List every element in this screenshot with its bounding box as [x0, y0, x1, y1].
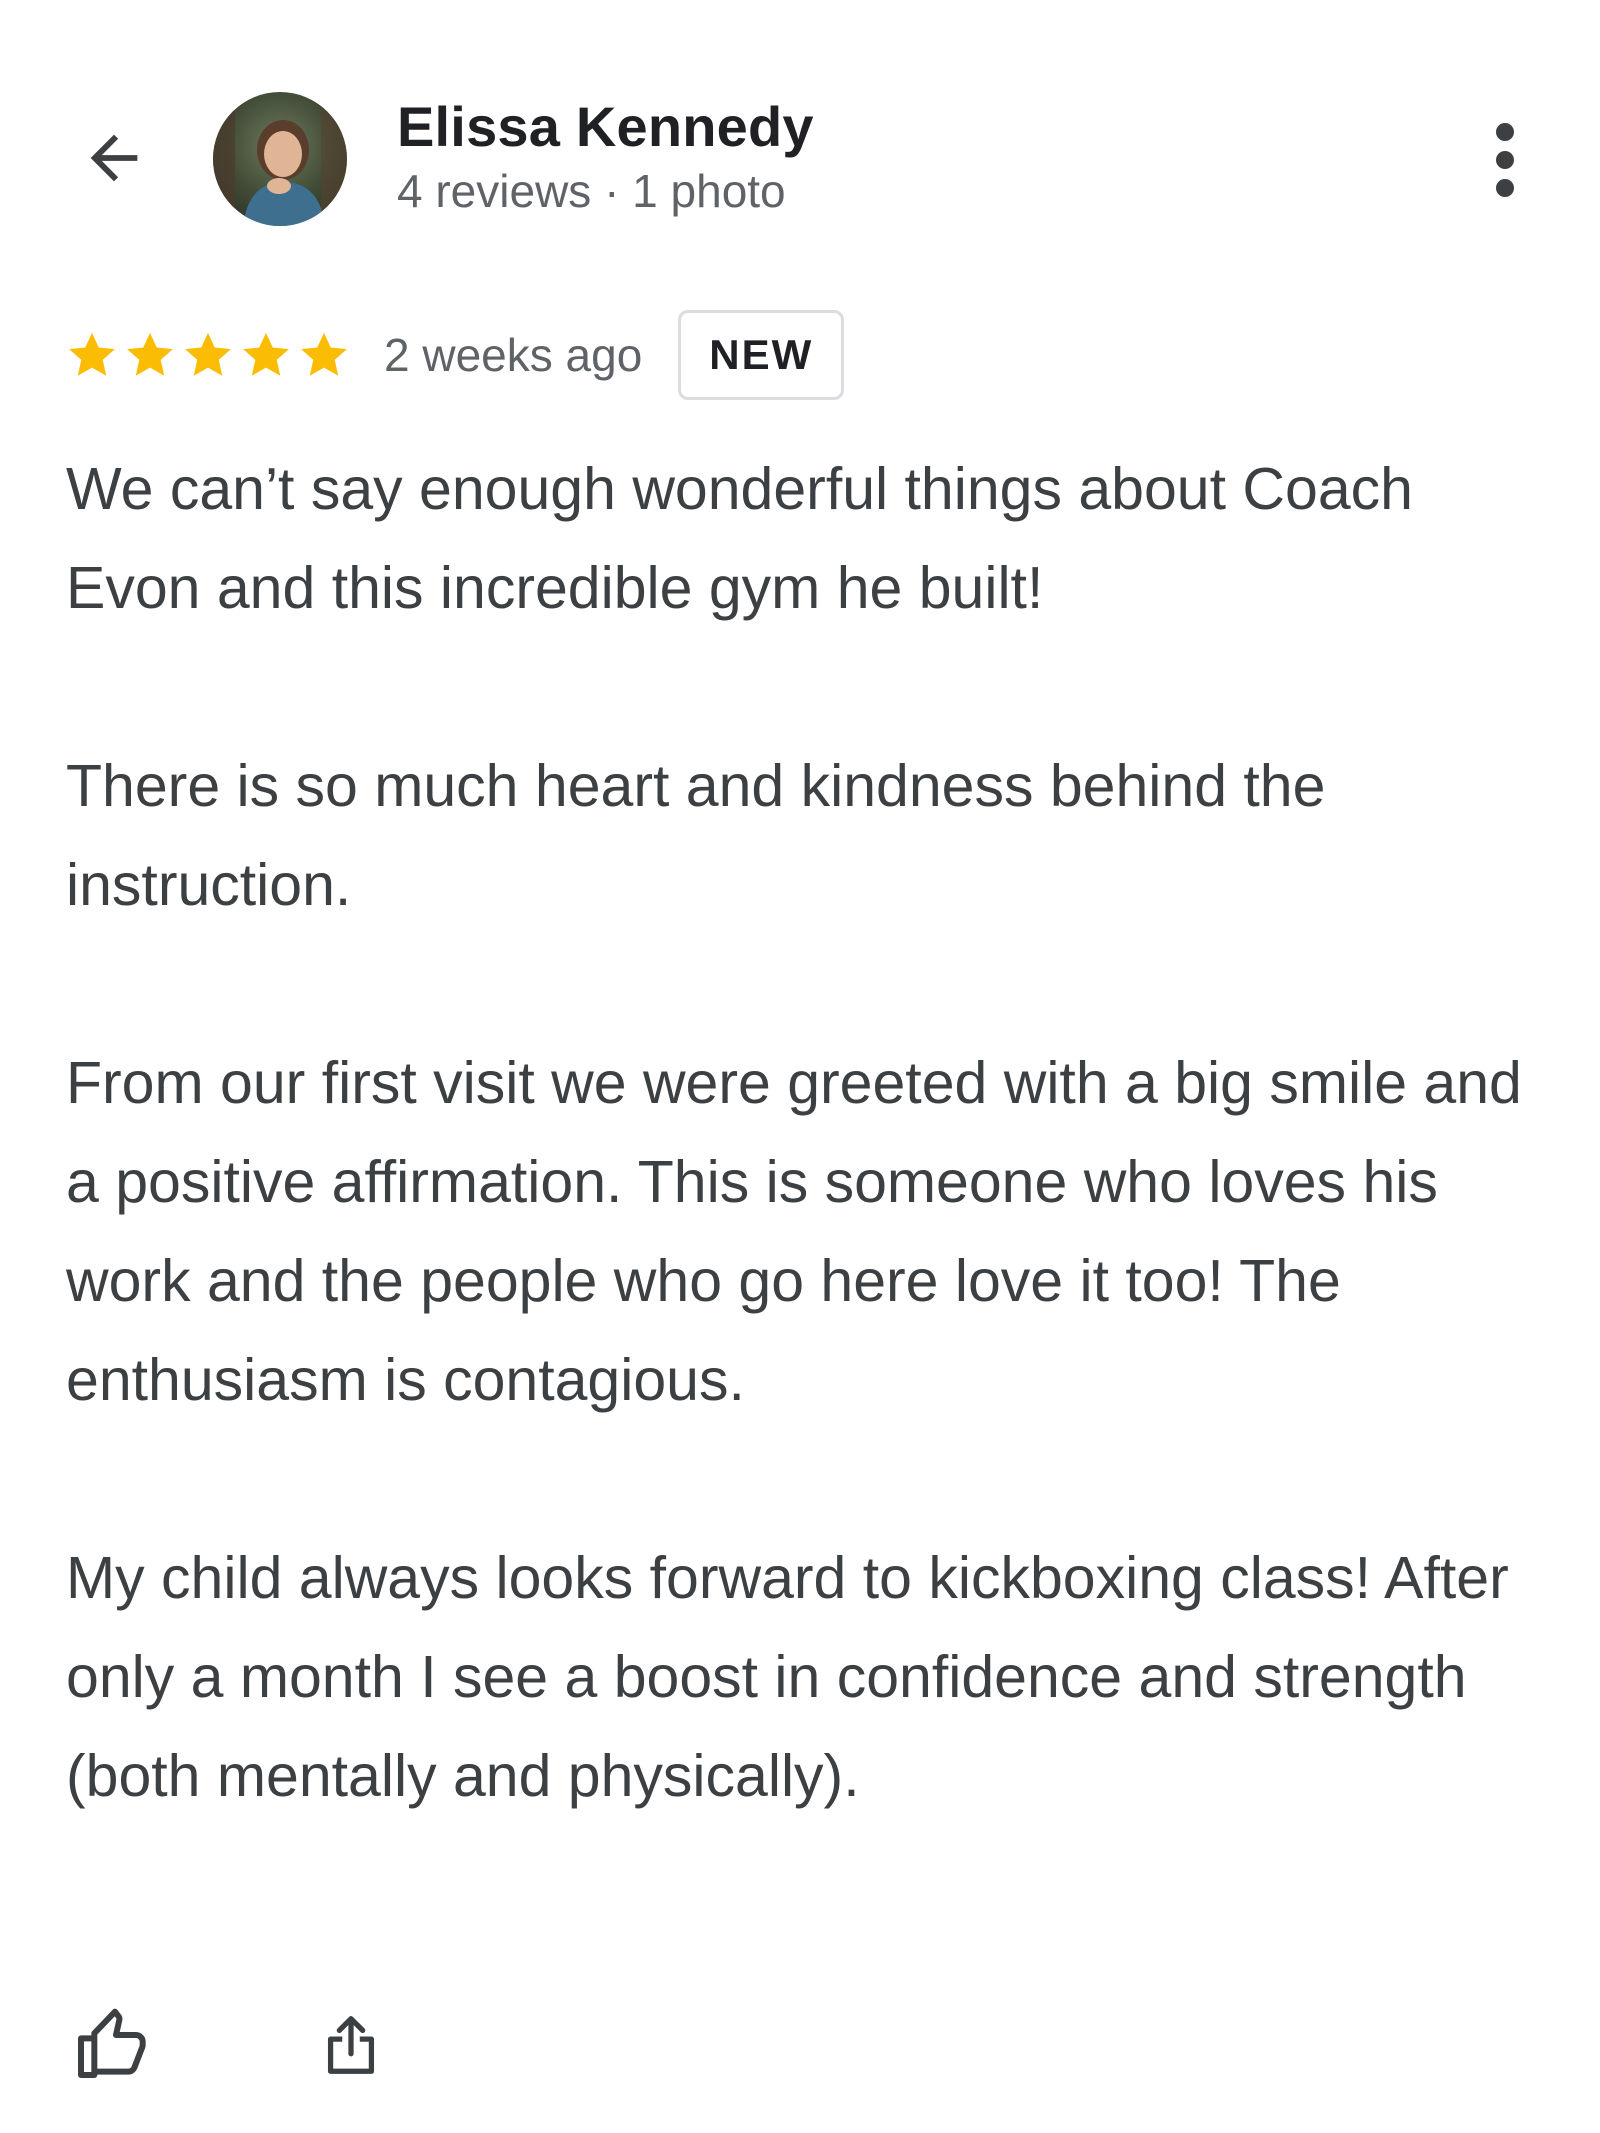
review-actions [66, 1995, 396, 2095]
star-icon [127, 332, 173, 376]
star-icon [69, 332, 115, 376]
back-button[interactable] [66, 110, 162, 206]
more-vertical-icon [1496, 123, 1514, 141]
more-options-button[interactable] [1470, 115, 1540, 205]
thumbs-up-icon [78, 2008, 146, 2078]
star-icon [301, 332, 347, 376]
review-date: 2 weeks ago [384, 329, 643, 381]
author-meta: 4 reviews · 1 photo [397, 165, 786, 217]
star-icon [185, 332, 231, 376]
like-button[interactable] [66, 2000, 156, 2090]
review-header: Elissa Kennedy 4 reviews · 1 photo [0, 0, 1600, 260]
avatar-photo [213, 92, 347, 226]
rating-row: 2 weeks ago NEW [64, 310, 845, 400]
share-icon [327, 2016, 375, 2074]
more-vertical-icon-dot [1496, 151, 1514, 169]
review-text: We can’t say enough wonderful things abo… [66, 440, 1546, 1826]
arrow-left-icon [90, 134, 138, 182]
review-paragraph: We can’t say enough wonderful things abo… [66, 456, 1413, 621]
author-name[interactable]: Elissa Kennedy [397, 94, 814, 159]
review-paragraph: From our first visit we were greeted wit… [66, 1050, 1522, 1413]
share-button[interactable] [306, 2000, 396, 2090]
review-paragraph: My child always looks forward to kickbox… [66, 1545, 1509, 1809]
more-vertical-icon-dot [1496, 179, 1514, 197]
star-rating [64, 327, 352, 383]
new-badge: NEW [678, 310, 845, 400]
avatar[interactable] [213, 92, 347, 226]
star-icon [243, 332, 289, 376]
review-paragraph: There is so much heart and kindness behi… [66, 753, 1326, 918]
